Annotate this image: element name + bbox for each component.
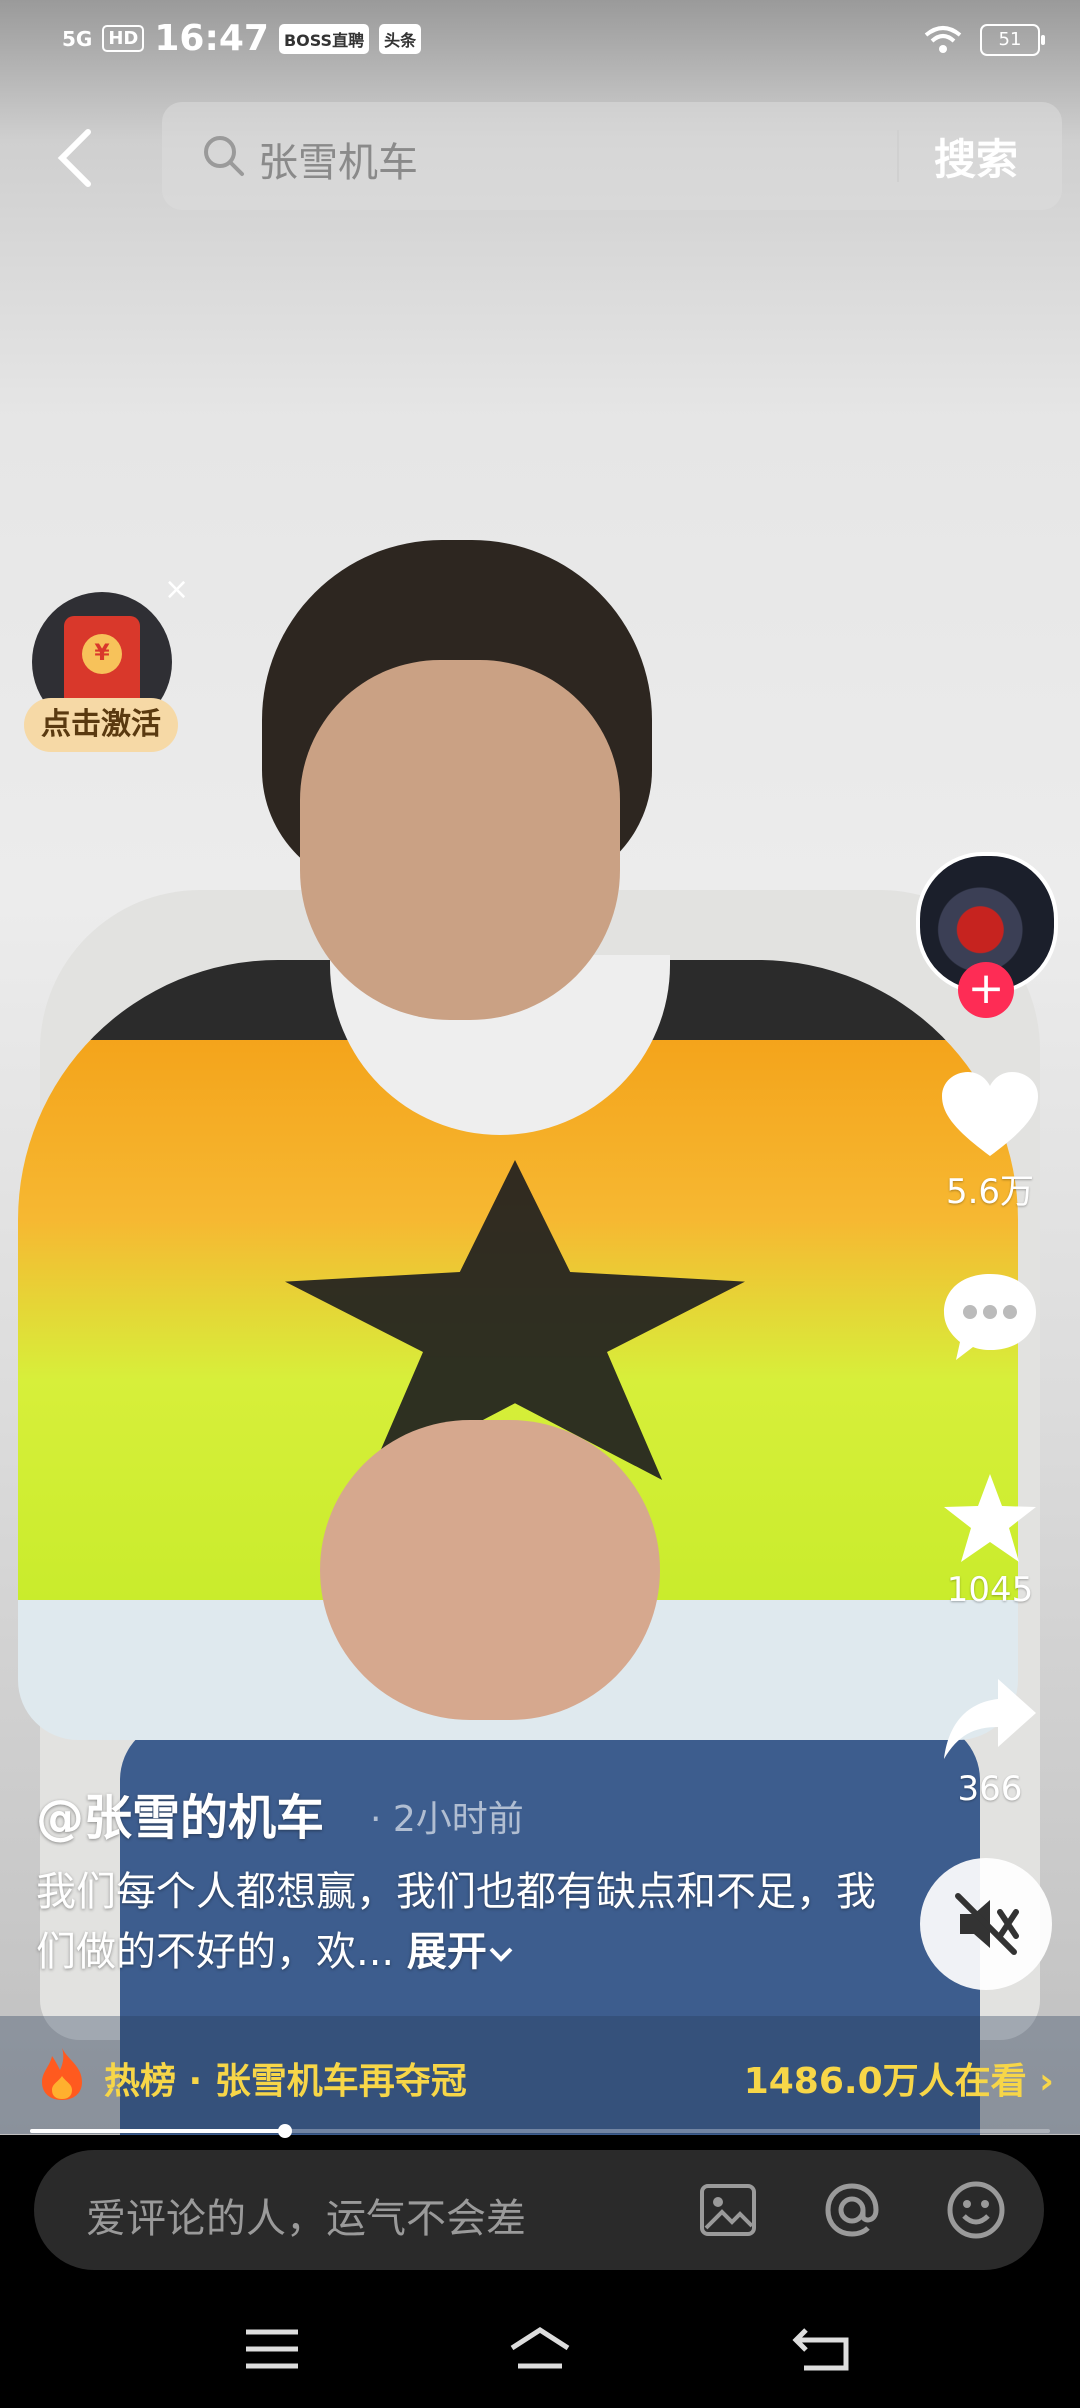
star-icon (944, 1474, 1036, 1562)
red-envelope-seal: ¥ (82, 634, 122, 674)
at-icon[interactable] (820, 2178, 884, 2242)
person-hands (320, 1420, 660, 1720)
like-count: 5.6万 (945, 1172, 1035, 1212)
wifi-icon (924, 26, 962, 53)
activate-button[interactable]: 点击激活 (24, 698, 178, 752)
search-divider (897, 130, 899, 182)
battery-indicator: 51 (980, 24, 1045, 56)
progress-fill (30, 2129, 285, 2133)
mute-icon (955, 1893, 1019, 1955)
emoji-icon[interactable] (944, 2178, 1008, 2242)
search-bar[interactable]: 张雪机车 搜索 (162, 102, 1062, 210)
comment-input[interactable]: 爱评论的人，运气不会差 (86, 2186, 526, 2244)
video-progress-bar[interactable] (30, 2124, 1050, 2138)
search-icon (204, 136, 244, 176)
progress-handle[interactable] (278, 2124, 292, 2138)
nav-back-icon[interactable] (790, 2322, 854, 2376)
author-name[interactable]: @张雪的机车 (36, 1778, 324, 1848)
red-packet-close-button[interactable]: × (164, 572, 189, 607)
comment-icon (944, 1274, 1036, 1360)
network-indicator: 5G (62, 26, 93, 51)
hot-list-title: 热榜 · 张雪机车再夺冠 (104, 2061, 467, 2102)
menu-icon[interactable] (240, 2322, 304, 2376)
favorite-action[interactable]: 1045 (910, 1470, 1070, 1610)
app-notification-boss: BOSS直聘 (278, 23, 370, 54)
mute-button[interactable] (920, 1858, 1052, 1990)
system-nav-bar (0, 2290, 1080, 2408)
video-caption[interactable]: 我们每个人都想赢，我们也都有缺点和不足，我们做的不好的，欢... 展开 (36, 1862, 886, 1982)
comment-input-bar[interactable]: 爱评论的人，运气不会差 (34, 2150, 1044, 2270)
comment-action[interactable] (910, 1270, 1070, 1370)
image-icon[interactable] (696, 2178, 760, 2242)
app-notification-toutiao: 头条 (379, 23, 422, 54)
chevron-down-icon (489, 1947, 513, 1962)
back-icon[interactable] (52, 128, 100, 188)
status-time: 16:47 (154, 18, 269, 59)
follow-button[interactable]: + (958, 962, 1014, 1018)
favorite-count: 1045 (946, 1570, 1034, 1610)
home-icon[interactable] (508, 2322, 572, 2376)
like-action[interactable]: 5.6万 (910, 1070, 1070, 1213)
search-button[interactable]: 搜索 (934, 126, 1018, 187)
share-action[interactable]: 366 (910, 1675, 1070, 1809)
status-bar: 5G HD 16:47 BOSS直聘 头条 51 (0, 0, 1080, 84)
hot-list-bar[interactable]: 热榜 · 张雪机车再夺冠 1486.0万人在看 › (0, 2016, 1080, 2134)
share-count: 366 (957, 1769, 1023, 1809)
fire-icon (42, 2048, 82, 2100)
person-face (300, 660, 620, 1020)
viewer-count: 1486.0万人在看 › (743, 2061, 1054, 2102)
search-input[interactable]: 张雪机车 (258, 130, 418, 188)
heart-icon (942, 1072, 1038, 1156)
share-icon (944, 1679, 1036, 1759)
hd-badge: HD (102, 25, 145, 52)
expand-button[interactable]: 展开 (407, 1929, 487, 1975)
post-time: · 2小时前 (370, 1799, 524, 1840)
